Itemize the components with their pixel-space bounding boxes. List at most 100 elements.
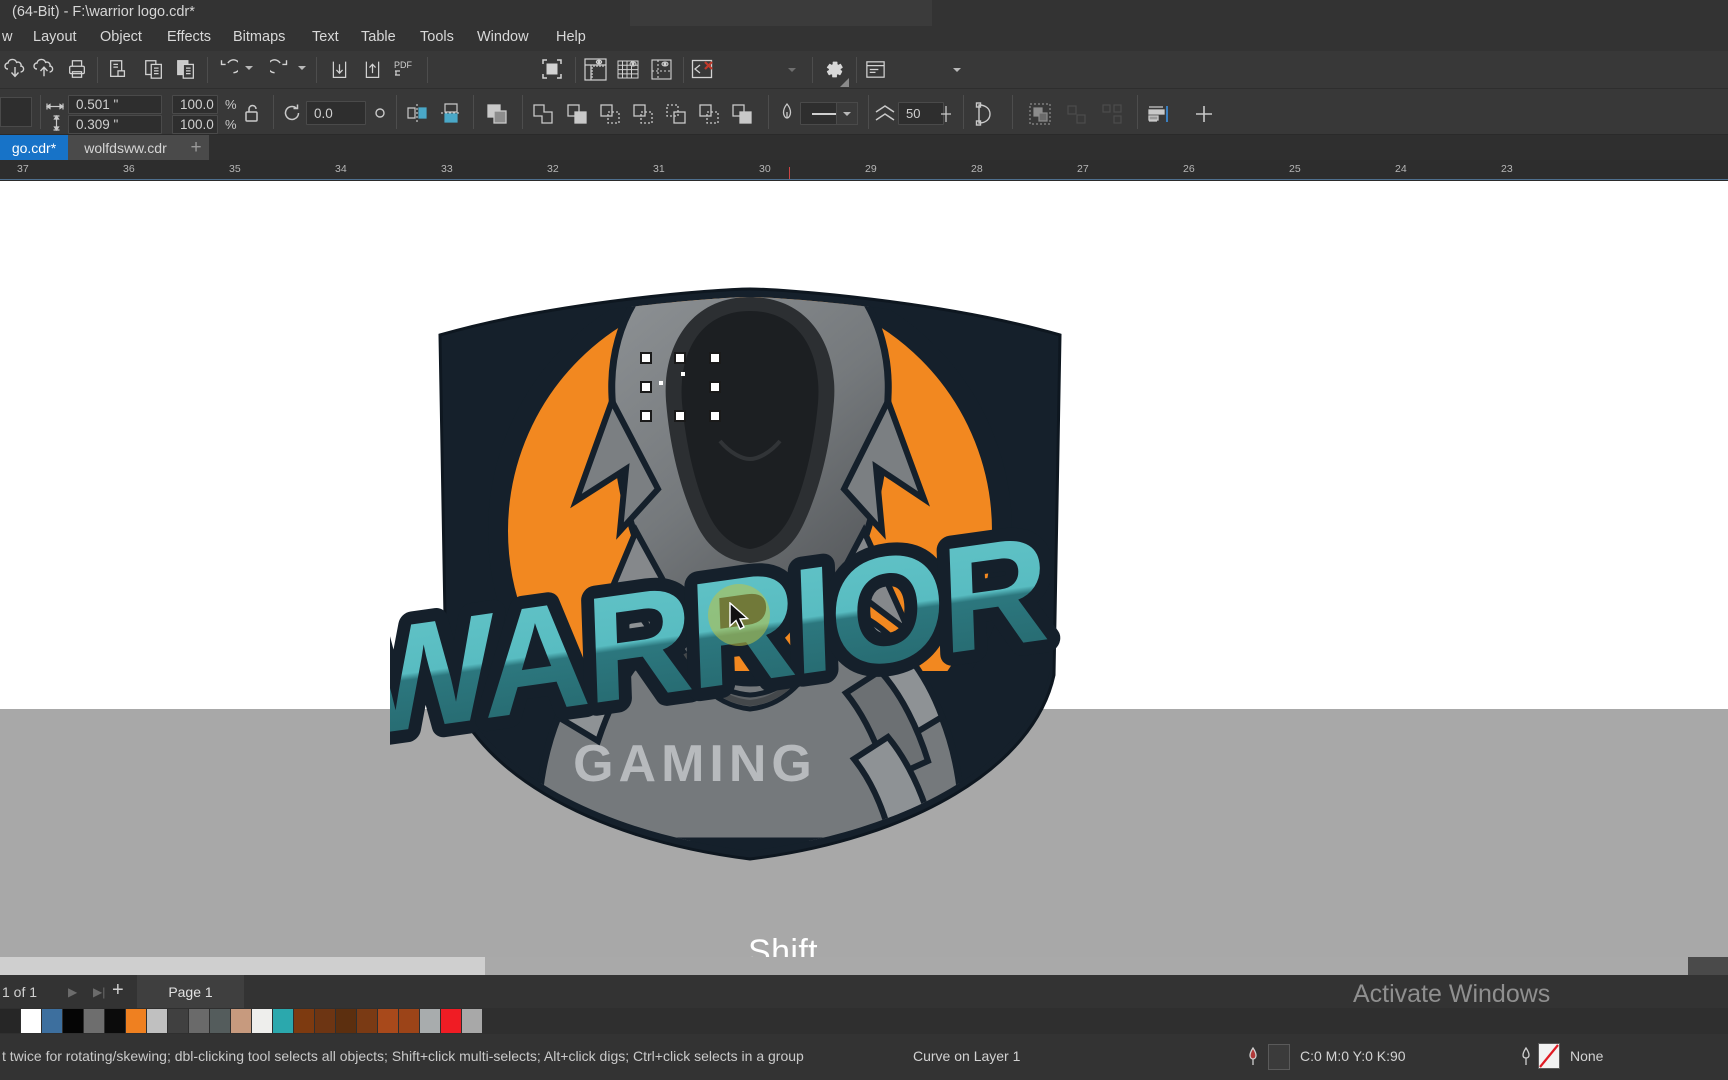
palette-swatch[interactable] bbox=[252, 1009, 273, 1033]
palette-swatch[interactable] bbox=[21, 1009, 42, 1033]
selection-handle-top-right[interactable] bbox=[709, 352, 721, 364]
selection-handle-top-center[interactable] bbox=[674, 352, 686, 364]
front-minus-back-icon[interactable] bbox=[663, 101, 689, 127]
menu-item-object[interactable]: Object bbox=[100, 29, 142, 45]
boundary-icon[interactable] bbox=[729, 101, 755, 127]
group-objects-icon[interactable] bbox=[1026, 101, 1054, 127]
selection-handle-top-left[interactable] bbox=[640, 352, 652, 364]
palette-swatch[interactable] bbox=[294, 1009, 315, 1033]
mirror-vertical-icon[interactable] bbox=[438, 101, 464, 125]
object-order-icon[interactable] bbox=[483, 101, 511, 127]
horizontal-ruler[interactable]: 37 36 35 34 33 32 31 30 29 28 27 26 25 2… bbox=[0, 160, 1728, 180]
lock-ratio-icon[interactable] bbox=[240, 101, 264, 125]
rotation-angle-field[interactable]: 0.0 bbox=[306, 101, 366, 125]
outline-color-icon[interactable] bbox=[1518, 1046, 1538, 1070]
convert-outline-to-object-icon[interactable] bbox=[970, 101, 998, 127]
outline-width-dropdown-icon[interactable] bbox=[836, 102, 858, 125]
weld-icon[interactable] bbox=[530, 101, 556, 127]
drawing-canvas[interactable]: WARRIOR WARRIOR GAMING Shift bbox=[0, 181, 1728, 957]
next-page-icon[interactable]: ▶ bbox=[68, 985, 77, 999]
add-page-button[interactable]: + bbox=[112, 979, 124, 1002]
launch-dropdown-icon[interactable] bbox=[950, 63, 964, 77]
back-minus-front-icon[interactable] bbox=[696, 101, 722, 127]
add-more-icon[interactable] bbox=[1190, 101, 1218, 127]
outline-pen-icon[interactable] bbox=[777, 101, 797, 127]
import-doc-icon[interactable] bbox=[325, 54, 353, 84]
snap-off-icon[interactable] bbox=[687, 54, 717, 84]
scale-x-field[interactable]: 100.0 bbox=[172, 95, 218, 114]
trim-icon[interactable] bbox=[564, 101, 590, 127]
fill-color-swatch[interactable] bbox=[1268, 1044, 1290, 1070]
add-document-tab-button[interactable]: + bbox=[183, 135, 209, 160]
menu-bar[interactable]: w Layout Object Effects Bitmaps Text Tab… bbox=[0, 26, 1728, 51]
horizontal-scrollbar-thumb[interactable] bbox=[0, 957, 485, 975]
export-icon[interactable] bbox=[29, 54, 59, 84]
fill-color-icon[interactable] bbox=[1243, 1046, 1265, 1070]
document-tab-warrior-logo[interactable]: go.cdr* bbox=[0, 135, 68, 160]
print-icon[interactable] bbox=[62, 54, 92, 84]
show-grid-icon[interactable] bbox=[613, 54, 643, 84]
menu-item-effects[interactable]: Effects bbox=[167, 29, 211, 45]
selection-handle-bottom-left[interactable] bbox=[640, 410, 652, 422]
import-icon[interactable] bbox=[0, 54, 30, 84]
palette-swatch[interactable] bbox=[147, 1009, 168, 1033]
corner-add-icon[interactable] bbox=[935, 102, 957, 125]
selection-handle-middle-left[interactable] bbox=[640, 381, 652, 393]
publish-pdf-icon[interactable] bbox=[103, 54, 133, 84]
show-guidelines-icon[interactable] bbox=[646, 54, 676, 84]
palette-swatch[interactable] bbox=[462, 1009, 483, 1033]
page-tab-page-1[interactable]: Page 1 bbox=[137, 975, 244, 1008]
palette-swatch[interactable] bbox=[336, 1009, 357, 1033]
menu-item-view[interactable]: w bbox=[2, 29, 12, 45]
color-palette[interactable] bbox=[0, 1008, 1728, 1034]
export-doc-icon[interactable] bbox=[358, 54, 386, 84]
scale-y-field[interactable]: 100.0 bbox=[172, 115, 218, 134]
undo-icon[interactable] bbox=[212, 54, 242, 84]
palette-swatch[interactable] bbox=[42, 1009, 63, 1033]
selection-handle-bottom-right[interactable] bbox=[709, 410, 721, 422]
align-and-distribute-icon[interactable] bbox=[1144, 101, 1172, 127]
palette-swatch[interactable] bbox=[399, 1009, 420, 1033]
last-page-icon[interactable]: ▶| bbox=[93, 985, 105, 999]
palette-swatch[interactable] bbox=[0, 1009, 21, 1033]
menu-item-table[interactable]: Table bbox=[361, 29, 396, 45]
palette-swatch[interactable] bbox=[420, 1009, 441, 1033]
warrior-gaming-logo-artwork[interactable]: WARRIOR WARRIOR GAMING bbox=[390, 201, 1110, 861]
launch-panel-icon[interactable] bbox=[860, 54, 890, 84]
palette-swatch[interactable] bbox=[126, 1009, 147, 1033]
snap-to-dropdown-icon[interactable] bbox=[785, 63, 799, 77]
redo-dropdown-icon[interactable] bbox=[295, 61, 309, 75]
menu-item-help[interactable]: Help bbox=[556, 29, 586, 45]
mirror-horizontal-icon[interactable] bbox=[404, 101, 430, 125]
selection-handle-bottom-center[interactable] bbox=[674, 410, 686, 422]
object-position-field[interactable] bbox=[0, 97, 32, 127]
simplify-icon[interactable] bbox=[630, 101, 656, 127]
menu-item-text[interactable]: Text bbox=[312, 29, 339, 45]
export-pdf-icon[interactable]: PDF bbox=[390, 54, 420, 84]
horizontal-scrollbar-track[interactable] bbox=[485, 957, 1728, 975]
outline-color-swatch[interactable] bbox=[1538, 1043, 1560, 1069]
menu-item-tools[interactable]: Tools bbox=[420, 29, 454, 45]
menu-item-layout[interactable]: Layout bbox=[33, 29, 77, 45]
palette-swatch[interactable] bbox=[378, 1009, 399, 1033]
paste-icon[interactable] bbox=[171, 54, 201, 84]
intersect-icon[interactable] bbox=[597, 101, 623, 127]
object-height-field[interactable]: 0.309 " bbox=[68, 115, 162, 134]
palette-swatch[interactable] bbox=[63, 1009, 84, 1033]
menu-item-bitmaps[interactable]: Bitmaps bbox=[233, 29, 285, 45]
palette-swatch[interactable] bbox=[210, 1009, 231, 1033]
full-screen-preview-icon[interactable] bbox=[537, 54, 567, 84]
object-width-field[interactable]: 0.501 " bbox=[68, 95, 162, 114]
horizontal-scrollbar[interactable] bbox=[0, 957, 1728, 975]
document-tab-wolfdsww[interactable]: wolfdsww.cdr bbox=[68, 135, 183, 160]
palette-swatch[interactable] bbox=[273, 1009, 294, 1033]
undo-dropdown-icon[interactable] bbox=[242, 61, 256, 75]
palette-swatch[interactable] bbox=[105, 1009, 126, 1033]
palette-swatch[interactable] bbox=[315, 1009, 336, 1033]
palette-swatch[interactable] bbox=[231, 1009, 252, 1033]
palette-swatch[interactable] bbox=[84, 1009, 105, 1033]
menu-item-window[interactable]: Window bbox=[477, 29, 529, 45]
palette-swatch[interactable] bbox=[189, 1009, 210, 1033]
palette-swatch[interactable] bbox=[357, 1009, 378, 1033]
selection-handle-middle-right[interactable] bbox=[709, 381, 721, 393]
